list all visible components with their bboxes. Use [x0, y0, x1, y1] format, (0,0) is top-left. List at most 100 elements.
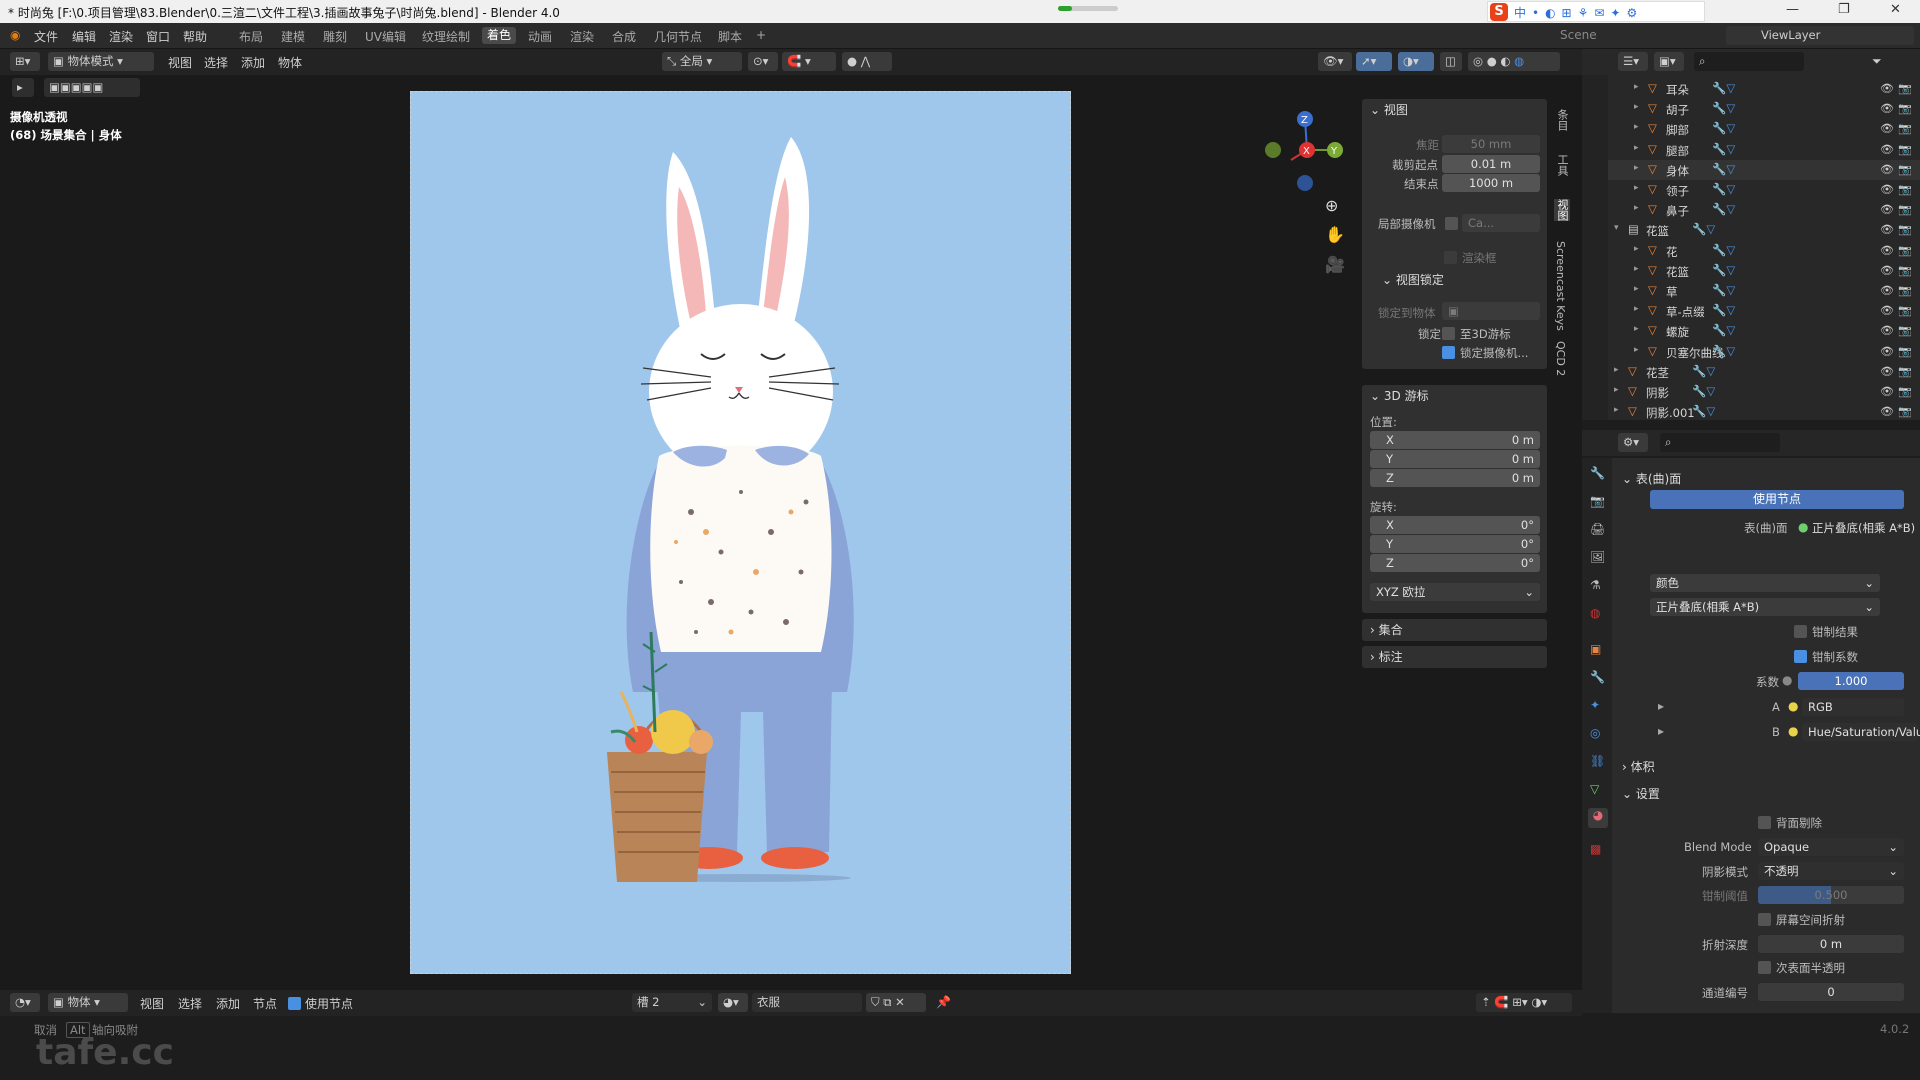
visibility-eye-icon[interactable]: 👁: [1880, 304, 1894, 317]
tab-compositing[interactable]: 合成: [612, 28, 636, 45]
visibility-eye-icon[interactable]: 👁: [1880, 223, 1894, 236]
outliner-row[interactable]: ▸ ▽ 胡子 🔧▽ 👁 📷: [1608, 99, 1920, 119]
expand-arrow-icon[interactable]: ▸: [1634, 143, 1639, 153]
render-camera-icon[interactable]: 📷: [1898, 122, 1912, 135]
render-camera-icon[interactable]: 📷: [1898, 102, 1912, 115]
outliner-row[interactable]: ▸ ▽ 花篮 🔧▽ 👁 📷: [1608, 261, 1920, 281]
refraction-depth-field[interactable]: 0 m: [1758, 935, 1904, 953]
vp-menu-object[interactable]: 物体: [278, 54, 302, 71]
material-actions[interactable]: ⛉ ⧉ ✕: [866, 993, 926, 1012]
visibility-eye-icon[interactable]: 👁: [1880, 102, 1894, 115]
expand-arrow-icon[interactable]: ▸: [1634, 102, 1639, 112]
outliner-row[interactable]: ▸ ▽ 花 🔧▽ 👁 📷: [1608, 241, 1920, 261]
visibility-eye-icon[interactable]: 👁: [1880, 122, 1894, 135]
3d-cursor-header[interactable]: ⌄ 3D 游标: [1362, 385, 1547, 407]
editor-type-button[interactable]: ⊞▾: [10, 52, 40, 71]
cursor-loc-z[interactable]: Z0 m: [1370, 469, 1540, 487]
visibility-eye-icon[interactable]: 👁: [1880, 365, 1894, 378]
clip-threshold-slider[interactable]: 0.500: [1758, 886, 1904, 904]
output-tab-icon[interactable]: 🖨: [1590, 522, 1605, 536]
visibility-eye-icon[interactable]: 👁: [1880, 405, 1894, 418]
lock-object-field[interactable]: ▣: [1442, 302, 1540, 320]
node-use-nodes-checkbox[interactable]: [288, 997, 301, 1010]
pass-index-field[interactable]: 0: [1758, 983, 1904, 1001]
menu-render[interactable]: 渲染: [109, 28, 133, 45]
view-lock-header[interactable]: ⌄ 视图锁定: [1374, 269, 1444, 291]
node-snap-tools[interactable]: ⇡ 🧲 ⊞▾ ◑▾: [1476, 993, 1572, 1012]
focal-length-field[interactable]: 50 mm: [1442, 135, 1540, 153]
tab-scripting[interactable]: 脚本: [718, 28, 742, 45]
data-tab-icon[interactable]: ▽: [1590, 782, 1599, 796]
screen-refraction-checkbox[interactable]: [1758, 913, 1771, 926]
menu-edit[interactable]: 编辑: [72, 28, 96, 45]
mode-selector[interactable]: ▣ 物体模式 ▾: [48, 52, 154, 71]
use-nodes-button[interactable]: 使用节点: [1650, 490, 1904, 509]
tool-toggle-icon[interactable]: ▸: [12, 78, 34, 97]
outliner-row[interactable]: ▾ ▤ 花篮 🔧▽ 👁 📷: [1608, 220, 1920, 240]
input-a-expand-icon[interactable]: ▸: [1658, 699, 1664, 713]
sidebar-tab-tool[interactable]: 工具: [1554, 154, 1570, 176]
overlay-toggle[interactable]: ◑▾: [1398, 52, 1434, 71]
particles-tab-icon[interactable]: ✦: [1590, 698, 1600, 712]
menu-window[interactable]: 窗口: [146, 28, 170, 45]
cursor-rot-x[interactable]: X 0°: [1370, 516, 1540, 534]
properties-search[interactable]: ⌕: [1660, 433, 1780, 452]
render-camera-icon[interactable]: 📷: [1898, 385, 1912, 398]
zoom-icon[interactable]: ⊕: [1325, 196, 1338, 215]
outliner-row[interactable]: ▸ ▽ 耳朵 🔧▽ 👁 📷: [1608, 79, 1920, 99]
render-camera-icon[interactable]: 📷: [1898, 324, 1912, 337]
expand-arrow-icon[interactable]: ▸: [1634, 244, 1639, 254]
volume-section-header[interactable]: › 体积: [1622, 758, 1655, 775]
expand-arrow-icon[interactable]: ▸: [1634, 82, 1639, 92]
snap-toggle[interactable]: 🧲 ▾: [782, 52, 836, 71]
outliner-row[interactable]: ▸ ▽ 鼻子 🔧▽ 👁 📷: [1608, 200, 1920, 220]
world-tab-icon[interactable]: ◍: [1590, 606, 1600, 620]
sidebar-tab-qcd[interactable]: QCD 2: [1554, 341, 1567, 376]
outliner-row[interactable]: ▸ ▽ 草-点缀 🔧▽ 👁 📷: [1608, 301, 1920, 321]
sidebar-tab-view[interactable]: 视图: [1554, 199, 1570, 221]
node-editor-type[interactable]: ◔▾: [10, 993, 40, 1012]
expand-arrow-icon[interactable]: ▸: [1634, 324, 1639, 334]
input-a-socket[interactable]: ●: [1788, 699, 1798, 713]
node-menu-view[interactable]: 视图: [140, 995, 164, 1012]
tab-modeling[interactable]: 建模: [281, 28, 305, 45]
add-workspace-icon[interactable]: +: [756, 28, 766, 42]
outliner-editor-type[interactable]: ☰▾: [1618, 52, 1648, 71]
render-region-checkbox[interactable]: [1444, 251, 1457, 264]
surface-shader-value[interactable]: 正片叠底(相乘 A*B): [1812, 520, 1915, 536]
visibility-eye-icon[interactable]: 👁: [1880, 244, 1894, 257]
outliner-row[interactable]: ▸ ▽ 身体 🔧▽ 👁 📷: [1608, 159, 1920, 180]
collections-section[interactable]: › 集合: [1362, 619, 1547, 641]
render-camera-icon[interactable]: 📷: [1898, 405, 1912, 418]
tool-tab-icon[interactable]: 🔧: [1590, 466, 1605, 480]
scene-tab-icon[interactable]: ⚗: [1590, 578, 1601, 592]
constraints-tab-icon[interactable]: ⛓: [1590, 754, 1605, 768]
proportional-toggle[interactable]: ● ⋀: [842, 52, 892, 71]
outliner-row[interactable]: ▸ ▽ 草 🔧▽ 👁 📷: [1608, 281, 1920, 301]
tab-texture-paint[interactable]: 纹理绘制: [422, 28, 470, 45]
cursor-loc-y[interactable]: Y0 m: [1370, 450, 1540, 468]
node-menu-add[interactable]: 添加: [216, 995, 240, 1012]
render-tab-icon[interactable]: 📷: [1590, 494, 1605, 508]
outliner-row[interactable]: ▸ ▽ 贝塞尔曲线 🔧▽ 👁 📷: [1608, 342, 1920, 362]
view-layer-tab-icon[interactable]: 🖼: [1590, 550, 1605, 564]
view-section-header[interactable]: ⌄ 视图: [1362, 99, 1547, 121]
render-camera-icon[interactable]: 📷: [1898, 183, 1912, 196]
backface-checkbox[interactable]: [1758, 816, 1771, 829]
local-camera-field[interactable]: Ca...: [1462, 214, 1540, 232]
visibility-eye-icon[interactable]: 👁: [1880, 183, 1894, 196]
expand-arrow-icon[interactable]: ▸: [1634, 304, 1639, 314]
tab-sculpt[interactable]: 雕刻: [323, 28, 347, 45]
pin-icon[interactable]: 📌: [936, 995, 951, 1009]
subsurface-translucency-checkbox[interactable]: [1758, 961, 1771, 974]
expand-arrow-icon[interactable]: ▸: [1634, 163, 1639, 173]
tab-layout[interactable]: 布局: [239, 28, 263, 45]
material-name-field[interactable]: 衣服: [752, 993, 862, 1012]
clip-end-field[interactable]: 1000 m: [1442, 174, 1540, 192]
vp-menu-select[interactable]: 选择: [204, 54, 228, 71]
maximize-button[interactable]: ❐: [1838, 2, 1850, 17]
outliner-row[interactable]: ▸ ▽ 阴影.001 🔧▽ 👁 📷: [1608, 402, 1920, 422]
render-camera-icon[interactable]: 📷: [1898, 143, 1912, 156]
material-tab-icon[interactable]: ◕: [1588, 808, 1608, 828]
expand-arrow-icon[interactable]: ▸: [1614, 385, 1619, 395]
